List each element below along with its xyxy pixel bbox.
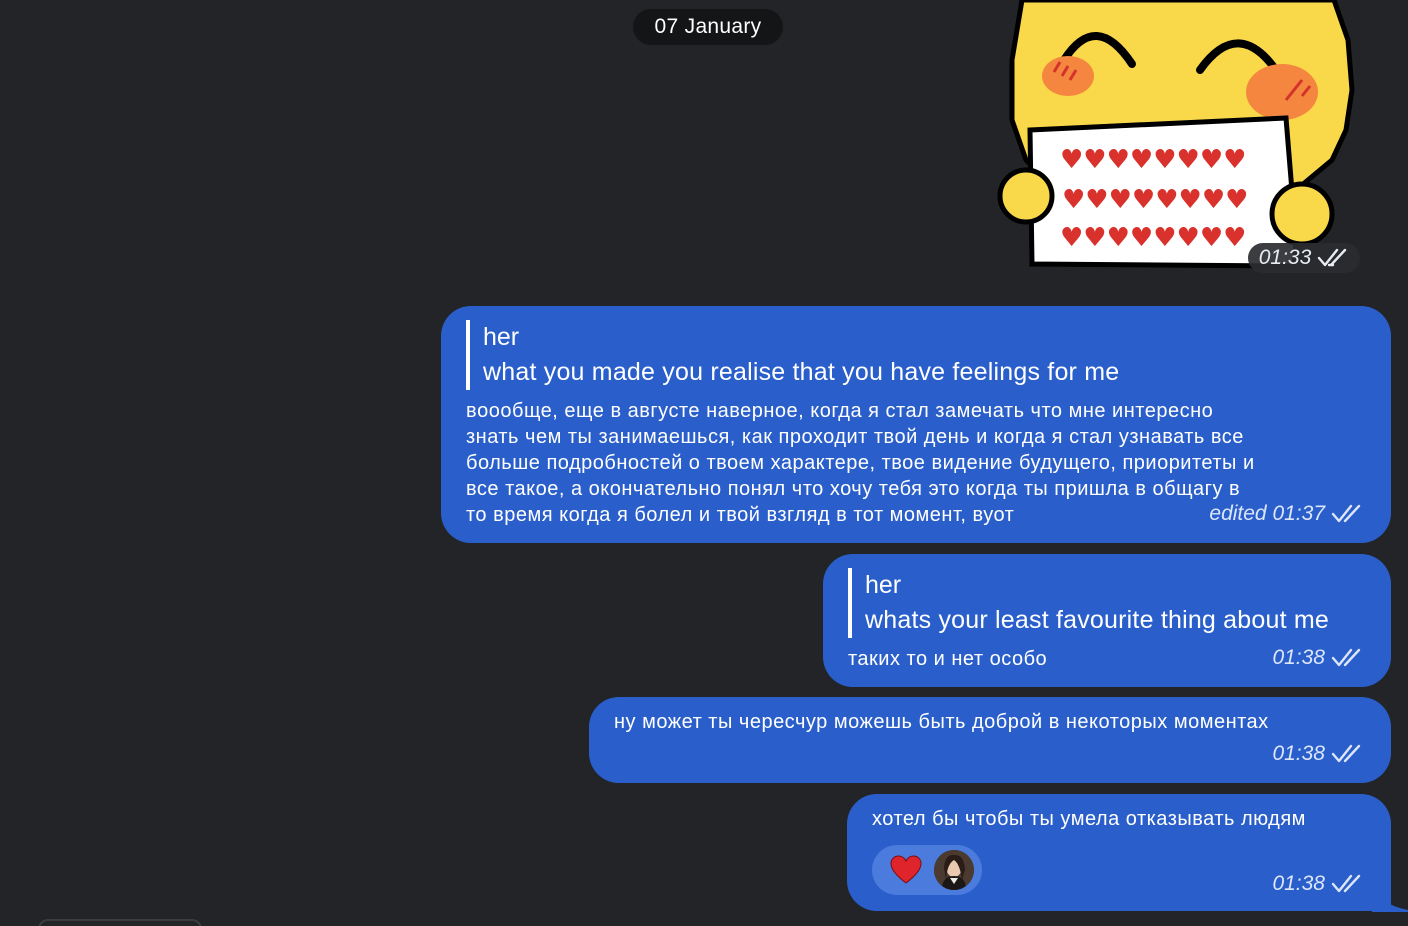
- message-meta: edited 01:37: [1209, 502, 1363, 526]
- double-check-icon: [1331, 648, 1363, 668]
- double-check-icon: [1331, 744, 1363, 764]
- message-text: хотел бы чтобы ты умела отказывать людям: [872, 808, 1306, 830]
- svg-text:♥♥♥♥♥♥♥♥: ♥♥♥♥♥♥♥♥: [1062, 185, 1248, 215]
- message-bubble[interactable]: her whats your least favourite thing abo…: [823, 554, 1391, 687]
- date-separator: 07 January: [633, 9, 783, 45]
- reply-quote[interactable]: her what you made you realise that you h…: [466, 320, 1119, 390]
- quote-author: her: [483, 323, 520, 351]
- message-text: ну может ты чересчур можешь быть доброй …: [614, 711, 1269, 733]
- svg-text:♥♥♥♥♥♥♥♥: ♥♥♥♥♥♥♥♥: [1060, 223, 1246, 253]
- message-time: 01:38: [1272, 872, 1325, 895]
- sticker-time-label: 01:33: [1258, 246, 1312, 269]
- message-time: edited 01:37: [1209, 502, 1325, 525]
- double-check-icon: [1317, 248, 1349, 268]
- message-time: 01:38: [1272, 742, 1325, 765]
- quote-author: her: [865, 571, 902, 599]
- double-check-icon: [1331, 874, 1363, 894]
- message-time: 01:38: [1272, 646, 1325, 669]
- reaction-pill[interactable]: [872, 845, 982, 895]
- quote-text: what you made you realise that you have …: [483, 358, 1120, 386]
- date-label: 07 January: [654, 15, 762, 38]
- message-meta: 01:38: [1272, 742, 1363, 766]
- quote-text: whats your least favourite thing about m…: [865, 606, 1330, 634]
- double-check-icon: [1331, 504, 1363, 524]
- message-meta: 01:38: [1272, 872, 1363, 896]
- bubble-tail: [1372, 880, 1408, 912]
- reply-quote[interactable]: her whats your least favourite thing abo…: [848, 568, 1329, 638]
- message-bubble[interactable]: her what you made you realise that you h…: [441, 306, 1391, 543]
- message-bubble[interactable]: ну может ты чересчур можешь быть доброй …: [589, 697, 1391, 783]
- chat-area: 07 January ♥♥♥♥♥♥♥♥ ♥♥♥♥♥♥♥♥ ♥♥♥♥♥♥♥♥ 01…: [0, 0, 1408, 926]
- red-heart-icon: [890, 855, 922, 884]
- partial-bottom-element: [38, 919, 202, 926]
- svg-text:♥♥♥♥♥♥♥♥: ♥♥♥♥♥♥♥♥: [1060, 145, 1246, 175]
- sticker-message[interactable]: ♥♥♥♥♥♥♥♥ ♥♥♥♥♥♥♥♥ ♥♥♥♥♥♥♥♥ 01:33: [996, 0, 1360, 276]
- message-text: таких то и нет особо: [848, 648, 1048, 670]
- hugging-emoji-hearts-sticker-icon: ♥♥♥♥♥♥♥♥ ♥♥♥♥♥♥♥♥ ♥♥♥♥♥♥♥♥: [997, 0, 1355, 269]
- message-meta: 01:38: [1272, 646, 1363, 670]
- sticker-timestamp: 01:33: [1248, 243, 1360, 273]
- avatar[interactable]: [934, 850, 974, 890]
- message-bubble[interactable]: хотел бы чтобы ты умела отказывать людям…: [847, 794, 1391, 911]
